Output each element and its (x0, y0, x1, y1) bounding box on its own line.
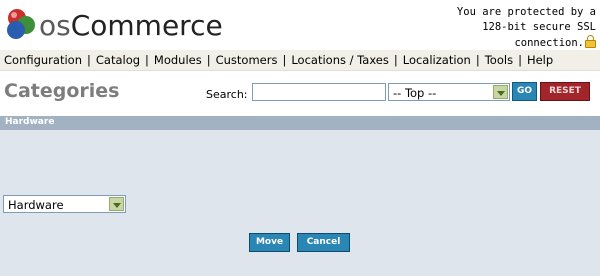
menu-separator: | (145, 53, 149, 67)
menu-item-catalog[interactable]: Catalog (96, 53, 140, 67)
panel-heading: Hardware (5, 117, 55, 127)
menu-item-modules[interactable]: Modules (154, 53, 202, 67)
ssl-line-2: 128-bit secure SSL (482, 21, 596, 33)
panel-heading-bar: Hardware (0, 116, 600, 130)
menu-separator: | (393, 53, 398, 67)
menu-separator: | (518, 53, 522, 67)
move-button[interactable]: Move (249, 233, 290, 252)
admin-menu-bar: Configuration | Catalog | Modules | Customers |… (0, 50, 600, 71)
cancel-button[interactable]: Cancel (297, 233, 350, 252)
menu-separator: | (475, 53, 480, 67)
menu-item-configuration[interactable]: Configuration (4, 53, 82, 67)
menu-item-localization[interactable]: Localization (403, 53, 471, 67)
menu-item-help[interactable]: Help (527, 53, 553, 67)
reset-button[interactable]: RESET (540, 82, 590, 101)
chevron-down-icon[interactable] (493, 85, 508, 99)
logo-wordmark[interactable]: osCommerce (39, 9, 223, 42)
menu-separator: | (87, 53, 91, 67)
move-target-select[interactable]: Hardware (3, 195, 126, 213)
category-filter-value: -- Top -- (393, 86, 437, 100)
move-category-panel: Hardware Hardware Move Cancel (0, 116, 600, 276)
go-button[interactable]: GO (512, 82, 537, 101)
oscommerce-logo-icon[interactable] (4, 6, 38, 42)
menu-separator: | (206, 53, 211, 67)
move-target-value: Hardware (8, 198, 64, 212)
ssl-line-1: You are protected by a (456, 6, 596, 18)
header: osCommerce You are protected by a 128-bi… (0, 0, 600, 50)
page-title: Categories (4, 80, 120, 102)
logo-os: os (39, 9, 71, 42)
logo-commerce: Commerce (70, 9, 223, 42)
category-filter-select[interactable]: -- Top -- (388, 83, 510, 101)
chevron-down-icon[interactable] (109, 197, 124, 211)
ssl-notice: You are protected by a 128-bit secure SS… (426, 5, 596, 51)
menu-separator: | (282, 53, 287, 67)
menu-item-locations-taxes[interactable]: Locations / Taxes (291, 53, 389, 67)
ssl-line-3-row: connection. (426, 35, 596, 51)
search-input[interactable] (252, 83, 386, 101)
menu-item-tools[interactable]: Tools (485, 53, 513, 67)
search-label: Search: (206, 88, 248, 101)
padlock-icon (585, 35, 596, 48)
ssl-line-3: connection. (514, 37, 584, 49)
menu-item-customers[interactable]: Customers (216, 53, 278, 67)
